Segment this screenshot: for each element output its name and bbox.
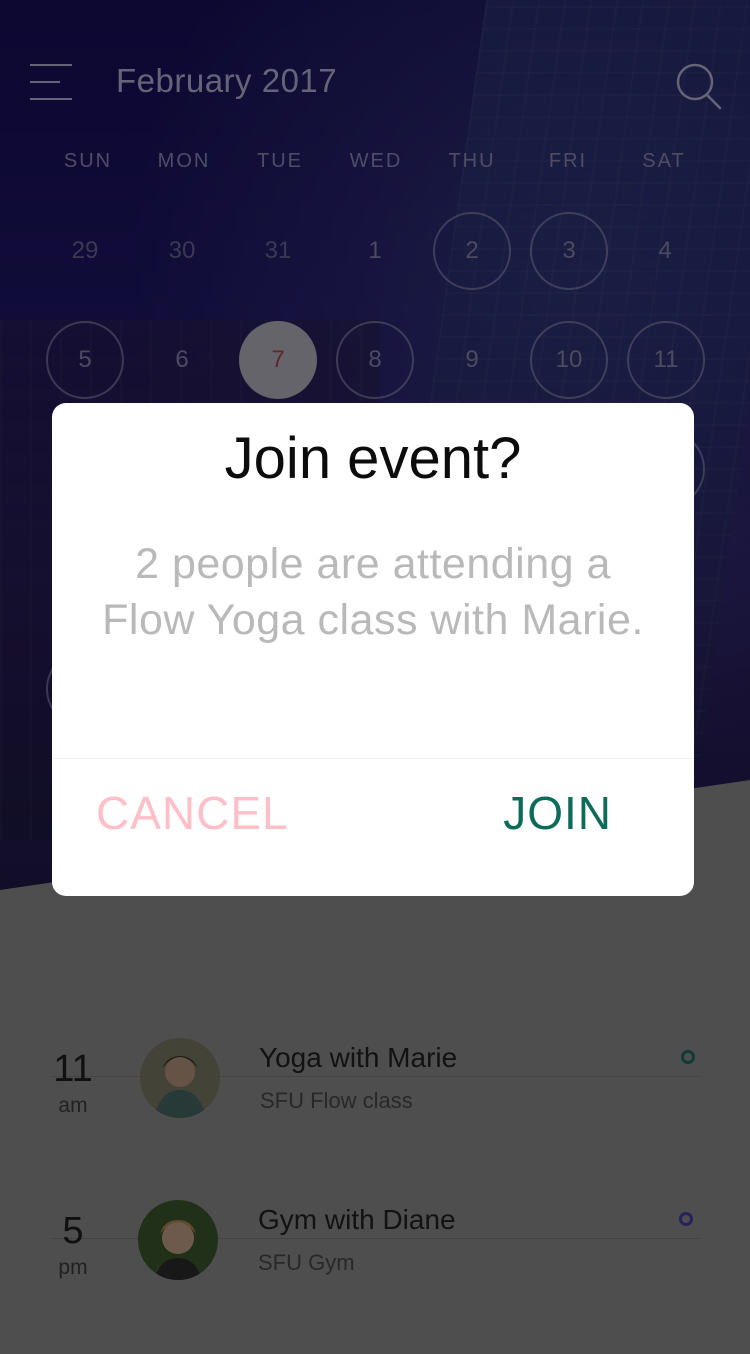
- dialog-message: 2 people are attending a Flow Yoga class…: [102, 540, 644, 644]
- join-event-dialog: Join event? 2 people are attending a Flo…: [52, 403, 694, 896]
- cancel-button[interactable]: CANCEL: [96, 768, 289, 858]
- dialog-title: Join event?: [224, 426, 522, 491]
- join-button[interactable]: JOIN: [503, 768, 612, 858]
- dialog-divider: [52, 758, 694, 759]
